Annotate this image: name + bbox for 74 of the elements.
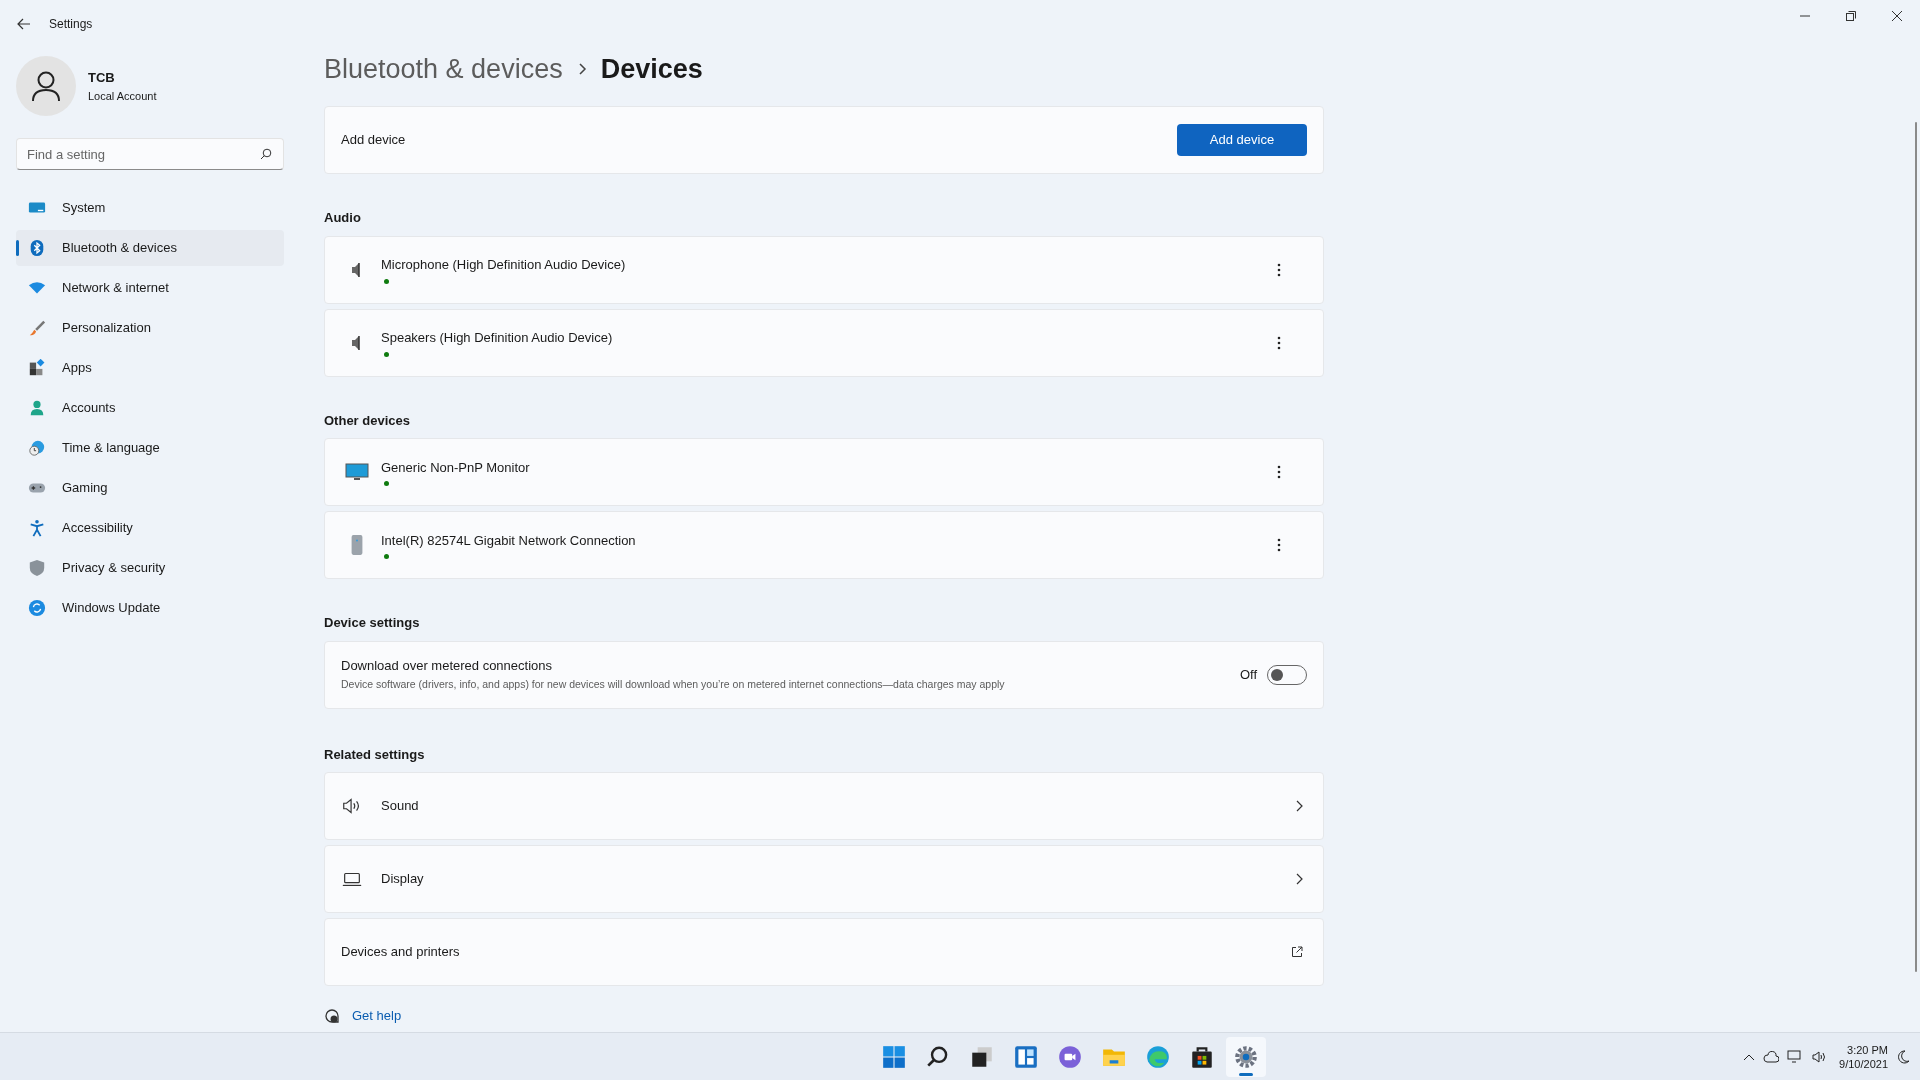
setting-description: Device software (drivers, info, and apps) for new devices will download when you’re on metered internet connections—data charges may apply [341, 677, 1006, 693]
monitor-icon [345, 462, 369, 482]
related-setting-link[interactable]: Devices and printers [324, 918, 1324, 986]
device-name: Generic Non-PnP Monitor [381, 458, 531, 477]
chevron-right-icon [576, 62, 587, 76]
section-heading: Audio [324, 209, 362, 227]
nav-item[interactable]: Privacy & security [16, 550, 284, 586]
widgets-icon [1013, 1043, 1039, 1070]
paintbrush-icon [28, 319, 46, 337]
search-icon [260, 148, 272, 160]
external-link-icon [1291, 946, 1303, 958]
device-row[interactable]: Intel(R) 82574L Gigabit Network Connection [324, 511, 1324, 579]
windows-logo-icon [881, 1043, 907, 1070]
active-indicator [1239, 1072, 1253, 1076]
moon-icon [1896, 1049, 1910, 1064]
video-chat-icon [1057, 1043, 1083, 1070]
volume-icon [1811, 1049, 1828, 1064]
nav-item[interactable]: Accounts [16, 390, 284, 426]
section-heading: Device settings [324, 614, 421, 632]
related-setting-link[interactable]: Sound [324, 772, 1324, 840]
cloud-icon [1763, 1049, 1780, 1064]
gear-icon [1233, 1043, 1259, 1070]
account-type: Local Account [88, 88, 157, 104]
nav-item[interactable]: Windows Update [16, 590, 284, 626]
search-field[interactable]: Find a setting [16, 138, 284, 170]
more-icon [1277, 538, 1281, 552]
globe-clock-icon [28, 439, 46, 457]
device-row[interactable]: Microphone (High Definition Audio Device) [324, 235, 1324, 304]
accessibility-icon [28, 519, 46, 537]
more-icon [1277, 335, 1281, 350]
refresh-icon [28, 599, 46, 617]
device-name: Intel(R) 82574L Gigabit Network Connection [381, 531, 637, 550]
shield-icon [28, 559, 46, 577]
get-help-link[interactable]: Get help [352, 1006, 402, 1026]
window-title: Settings [49, 16, 93, 33]
close-icon [1892, 11, 1902, 21]
device-name: Speakers (High Definition Audio Device) [381, 329, 614, 348]
apps-icon [28, 359, 46, 377]
toggle-state-label: Off [1239, 665, 1257, 684]
clock-date[interactable]: 9/10/2021 [1839, 1056, 1888, 1071]
user-name: TCB [88, 69, 116, 87]
setting-title: Download over metered connections [341, 656, 553, 675]
device-row[interactable]: Generic Non-PnP Monitor [324, 438, 1324, 506]
chevron-right-icon [1295, 800, 1303, 812]
more-icon [1277, 465, 1281, 479]
person-icon [31, 70, 61, 102]
nav-item[interactable]: Accessibility [16, 510, 284, 546]
section-heading: Related settings [324, 745, 426, 764]
related-setting-link[interactable]: Display [324, 845, 1324, 913]
nav-item[interactable]: Apps [16, 350, 284, 386]
scrollbar[interactable] [1915, 122, 1917, 972]
person-icon [28, 399, 46, 417]
section-heading: Other devices [324, 411, 411, 430]
help-chat-icon [324, 1007, 340, 1024]
page-title: Devices [600, 52, 703, 86]
clock-time[interactable]: 3:20 PM [1847, 1042, 1888, 1057]
chevron-right-icon [1295, 873, 1303, 885]
back-arrow-icon [16, 16, 32, 32]
add-device-button[interactable]: Add device [1177, 124, 1307, 156]
device-row[interactable]: Speakers (High Definition Audio Device) [324, 308, 1324, 377]
nav-item[interactable]: Bluetooth & devices [16, 230, 284, 266]
bluetooth-icon [28, 239, 46, 257]
nav-item[interactable]: Personalization [16, 310, 284, 346]
nav-item[interactable]: Time & language [16, 430, 284, 466]
nav-item[interactable]: Network & internet [16, 270, 284, 306]
nav-item[interactable]: Gaming [16, 470, 284, 506]
browser-icon [1145, 1043, 1171, 1070]
breadcrumb-link[interactable]: Bluetooth & devices [324, 48, 563, 90]
card-label: Add device [341, 131, 407, 150]
selection-indicator [16, 240, 19, 256]
nav-item[interactable]: System [16, 190, 284, 226]
restore-icon [1846, 11, 1856, 21]
device-name: Microphone (High Definition Audio Device) [381, 256, 627, 275]
more-icon [1277, 262, 1281, 277]
